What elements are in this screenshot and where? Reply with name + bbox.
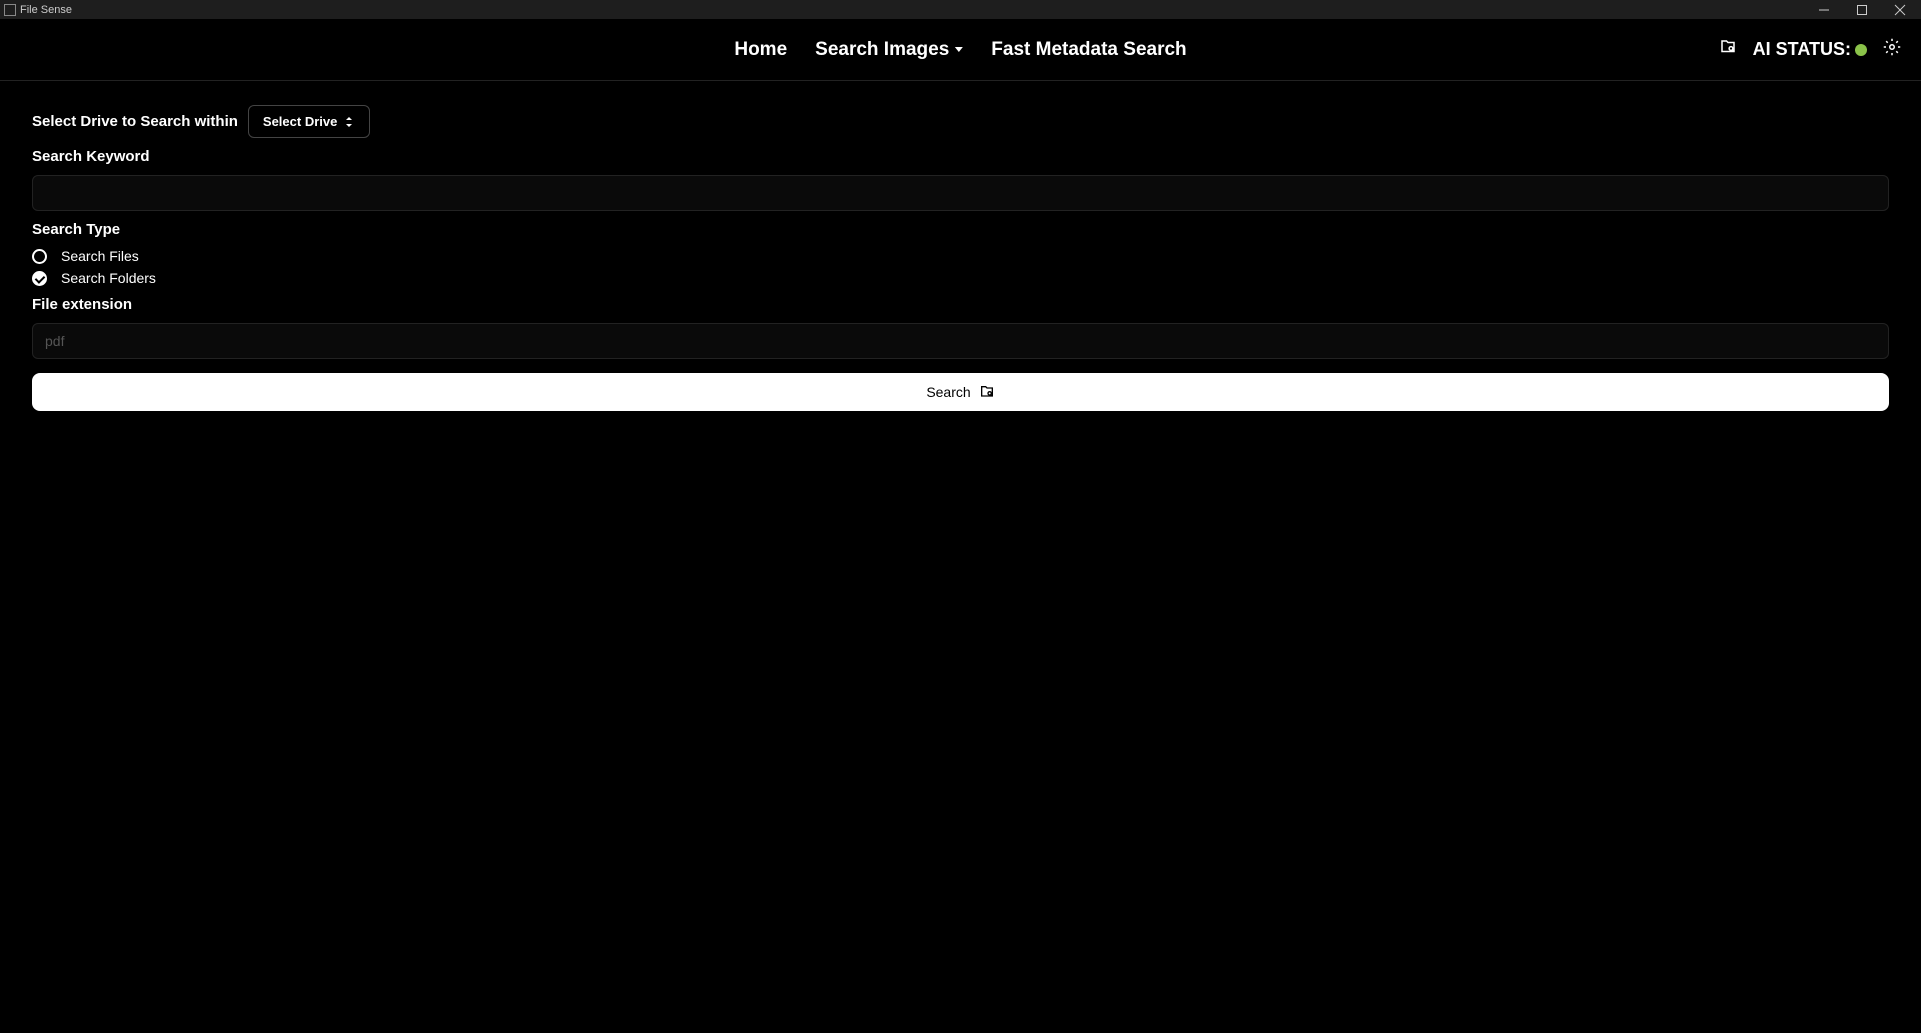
nav-search-images[interactable]: Search Images [815,39,963,61]
app-icon [4,4,16,16]
nav-home[interactable]: Home [734,39,787,61]
nav-search-images-label: Search Images [815,39,949,61]
search-button-label: Search [926,384,970,400]
select-drive-label: Select Drive [263,114,337,129]
drive-label: Select Drive to Search within [32,113,238,130]
title-bar-left: File Sense [4,4,72,16]
keyword-label: Search Keyword [32,148,1889,165]
radio-folders-row: Search Folders [32,270,1889,286]
ai-status-label: AI STATUS: [1753,39,1851,60]
nav-right: AI STATUS: [1719,38,1901,61]
gear-icon[interactable] [1883,38,1901,61]
nav-fast-metadata[interactable]: Fast Metadata Search [991,39,1186,61]
radio-folders-label[interactable]: Search Folders [61,270,156,286]
nav-bar: Home Search Images Fast Metadata Search … [0,19,1921,81]
folder-search-button-icon [979,384,995,400]
drive-row: Select Drive to Search within Select Dri… [32,105,1889,138]
title-bar: File Sense [0,0,1921,19]
status-dot-icon [1855,44,1867,56]
ai-status: AI STATUS: [1753,39,1867,60]
radio-files-label[interactable]: Search Files [61,248,139,264]
search-button[interactable]: Search [32,373,1889,411]
radio-folders[interactable] [32,271,47,286]
keyword-input[interactable] [32,175,1889,211]
select-arrows-icon [343,116,355,128]
extension-group: File extension [32,296,1889,359]
extension-label: File extension [32,296,1889,313]
close-button[interactable] [1893,3,1907,17]
window-controls [1817,3,1917,17]
window-title: File Sense [20,4,72,16]
radio-files-row: Search Files [32,248,1889,264]
extension-input[interactable] [32,323,1889,359]
search-type-label: Search Type [32,221,1889,238]
main-content: Select Drive to Search within Select Dri… [0,81,1921,435]
select-drive-button[interactable]: Select Drive [248,105,370,138]
chevron-down-icon [955,47,963,52]
radio-files[interactable] [32,249,47,264]
minimize-button[interactable] [1817,3,1831,17]
maximize-button[interactable] [1855,3,1869,17]
keyword-group: Search Keyword [32,148,1889,211]
nav-center: Home Search Images Fast Metadata Search [734,39,1186,61]
search-type-group: Search Type Search Files Search Folders [32,221,1889,286]
folder-search-icon[interactable] [1719,38,1737,61]
